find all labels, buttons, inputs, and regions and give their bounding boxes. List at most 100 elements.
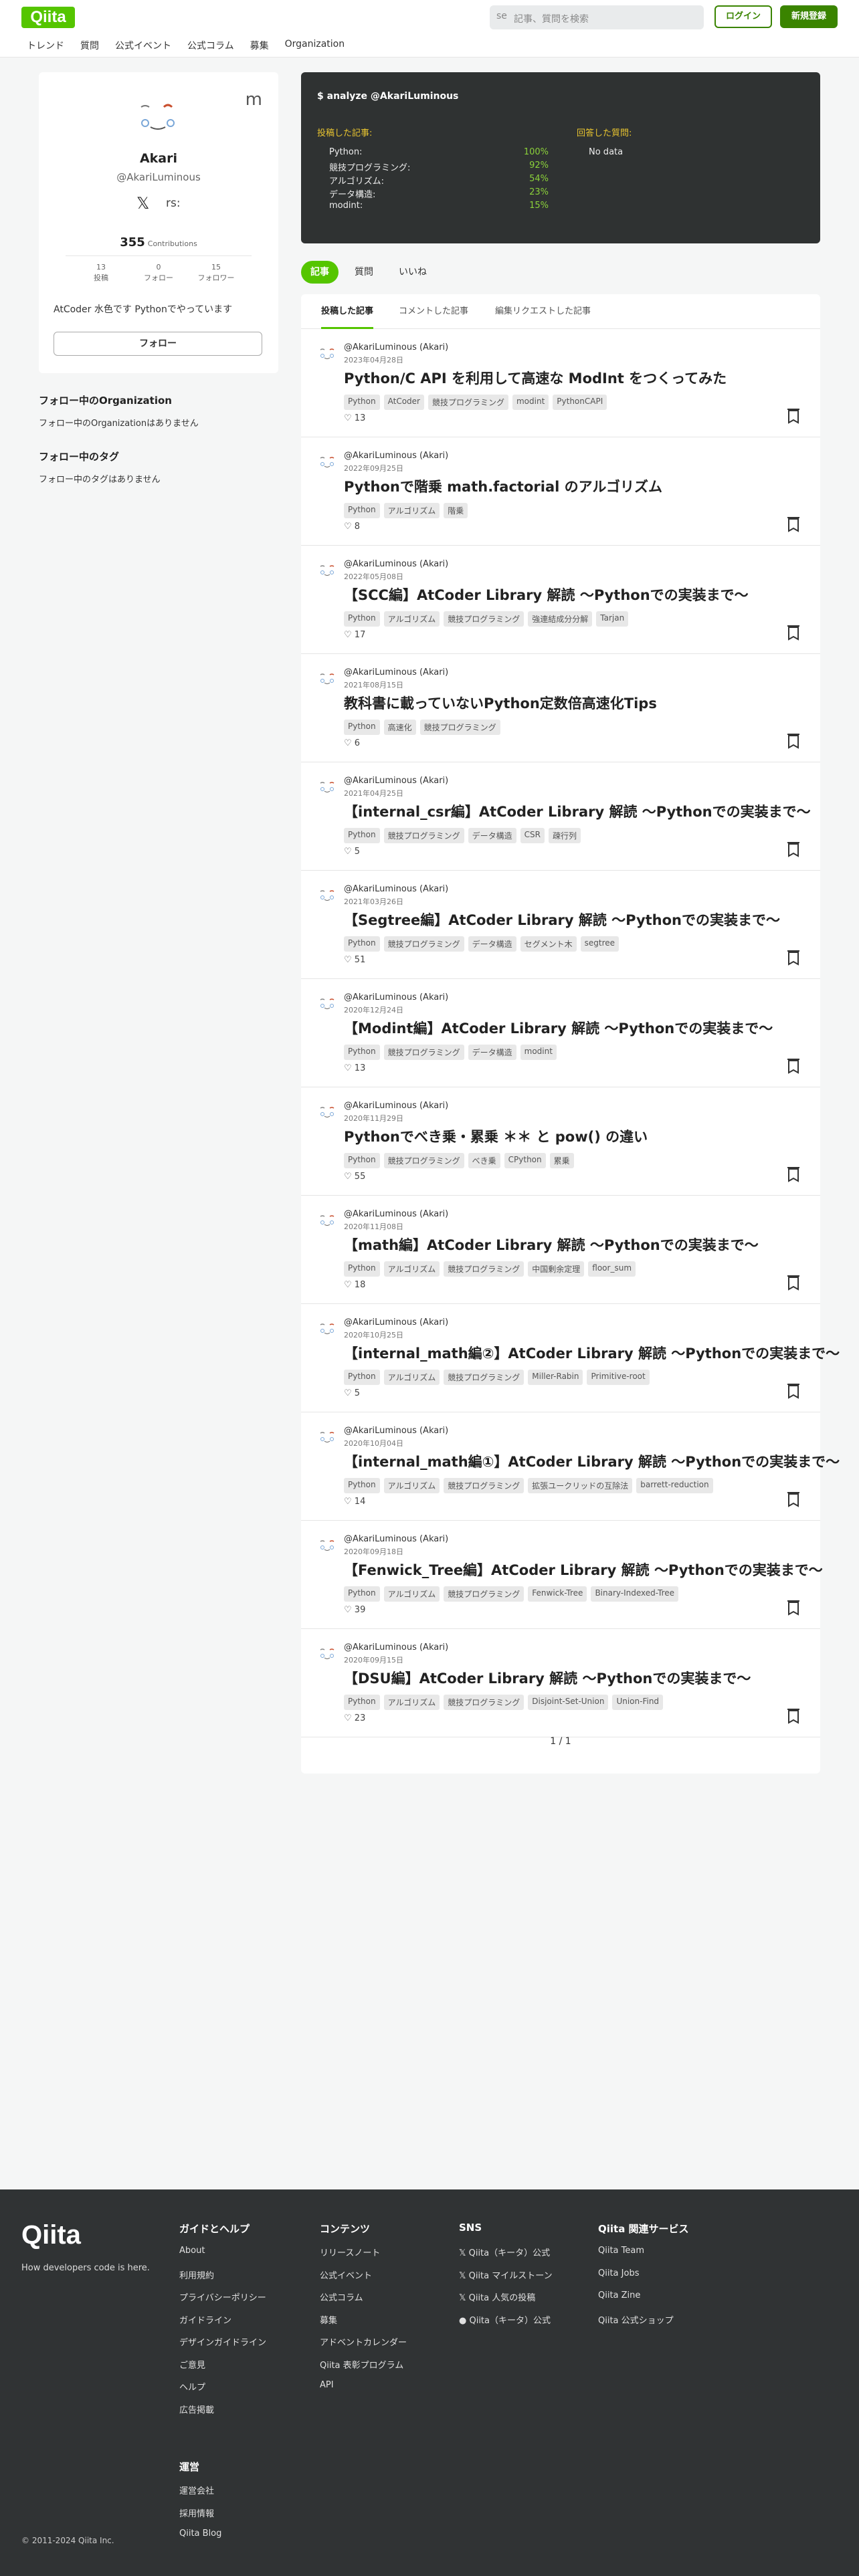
search-box[interactable]: se 記事、質問を検索 [490,5,704,29]
author-avatar[interactable] [317,1427,337,1447]
article-title[interactable]: 【SCC編】AtCoder Library 解読 〜Pythonでの実装まで〜 [344,584,749,605]
article-author[interactable]: @AkariLuminous (Akari) [344,342,448,352]
article-author[interactable]: @AkariLuminous (Akari) [344,1209,448,1219]
author-avatar[interactable] [317,1535,337,1555]
login-button[interactable]: ログイン [714,5,772,28]
article-tag[interactable]: 競技プログラミング [444,1478,524,1493]
article-tag[interactable]: Binary-Indexed-Tree [591,1586,679,1602]
stock-icon[interactable] [787,1383,800,1399]
nav-official-columns[interactable]: 公式コラム [182,35,240,55]
article-tag[interactable]: 拡張ユークリッドの互除法 [528,1478,633,1493]
article-tag[interactable]: データ構造 [468,828,516,843]
stock-icon[interactable] [787,841,800,857]
article-tag[interactable]: Python [344,1261,380,1277]
footer-logo[interactable]: Qiita [21,2220,81,2250]
follow-button[interactable]: フォロー [54,332,262,356]
article-tag[interactable]: Python [344,936,380,952]
article-tag[interactable]: Python [344,720,380,735]
footer-link[interactable]: アドベントカレンダー [320,2335,407,2348]
nav-trend[interactable]: トレンド [21,35,70,55]
footer-link[interactable]: 採用情報 [179,2506,214,2519]
stock-icon[interactable] [787,516,800,532]
footer-link[interactable]: ガイドライン [179,2313,231,2326]
stock-icon[interactable] [787,1600,800,1616]
article-tag[interactable]: Union-Find [612,1695,664,1710]
nav-organization[interactable]: Organization [280,35,351,55]
article-tag[interactable]: segtree [580,936,619,952]
article-title[interactable]: 【internal_math編②】AtCoder Library 解読 〜Pyt… [344,1343,840,1363]
article-title[interactable]: 【internal_math編①】AtCoder Library 解読 〜Pyt… [344,1451,840,1471]
article-tag[interactable]: floor_sum [588,1261,636,1277]
footer-link[interactable]: 公式イベント [320,2268,372,2281]
stock-icon[interactable] [787,950,800,966]
rss-icon[interactable]: rs: [166,197,181,210]
article-author[interactable]: @AkariLuminous (Akari) [344,1534,448,1544]
article-tag[interactable]: アルゴリズム [383,1586,440,1602]
footer-link[interactable]: Qiita 表彰プログラム [320,2358,403,2371]
footer-link[interactable]: About [179,2246,205,2256]
article-author[interactable]: @AkariLuminous (Akari) [344,884,448,894]
stat-followers[interactable]: 15 フォロワー [193,262,240,284]
article-tag[interactable]: 競技プログラミング [383,828,464,843]
article-author[interactable]: @AkariLuminous (Akari) [344,451,448,461]
footer-link[interactable]: プライバシーポリシー [179,2290,266,2303]
nav-questions[interactable]: 質問 [75,35,104,55]
footer-link[interactable]: ご意見 [179,2358,205,2371]
article-tag[interactable]: Fenwick-Tree [528,1586,587,1602]
stock-icon[interactable] [787,625,800,641]
article-tag[interactable]: AtCoder [383,395,424,410]
avatar[interactable] [132,92,185,146]
stock-icon[interactable] [787,1491,800,1507]
tab-likes[interactable]: いいね [389,261,436,284]
x-icon[interactable]: 𝕏 [136,194,149,213]
article-tag[interactable]: アルゴリズム [383,611,440,627]
article-tag[interactable]: アルゴリズム [383,1478,440,1493]
article-tag[interactable]: アルゴリズム [383,1695,440,1710]
article-tag[interactable]: Python [344,1478,380,1493]
article-tag[interactable]: 強連結成分分解 [528,611,593,627]
footer-link[interactable]: ヘルプ [179,2380,205,2393]
article-title[interactable]: 教科書に載っていないPython定数倍高速化Tips [344,693,657,713]
subtab-posted[interactable]: 投稿した記事 [321,294,374,329]
stock-icon[interactable] [787,1166,800,1182]
article-tag[interactable]: 階乗 [444,503,468,518]
article-tag[interactable]: アルゴリズム [383,503,440,518]
article-tag[interactable]: Tarjan [596,611,629,627]
stock-icon[interactable] [787,1058,800,1074]
article-tag[interactable]: CSR [520,828,545,843]
article-title[interactable]: Pythonで階乗 math.factorial のアルゴリズム [344,476,662,496]
footer-link[interactable]: 公式コラム [320,2290,363,2303]
author-avatar[interactable] [317,777,337,797]
article-author[interactable]: @AkariLuminous (Akari) [344,1317,448,1327]
footer-link[interactable]: 利用規約 [179,2268,214,2281]
article-tag[interactable]: 競技プログラミング [444,1695,524,1710]
article-tag[interactable]: Python [344,611,380,627]
article-tag[interactable]: データ構造 [468,936,516,952]
article-tag[interactable]: Python [344,395,380,410]
article-tag[interactable]: 競技プログラミング [383,1153,464,1168]
author-avatar[interactable] [317,1102,337,1122]
footer-link[interactable]: 運営会社 [179,2484,214,2496]
article-tag[interactable]: データ構造 [468,1045,516,1060]
nav-official-events[interactable]: 公式イベント [110,35,177,55]
footer-link[interactable]: Qiita 公式ショップ [598,2313,674,2326]
article-title[interactable]: 【Fenwick_Tree編】AtCoder Library 解読 〜Pytho… [344,1560,823,1580]
stock-icon[interactable] [787,733,800,749]
article-tag[interactable]: べき乗 [468,1153,500,1168]
article-tag[interactable]: 疎行列 [548,828,581,843]
article-author[interactable]: @AkariLuminous (Akari) [344,1101,448,1111]
stock-icon[interactable] [787,1275,800,1291]
footer-link[interactable]: 𝕏 Qiita 人気の投稿 [459,2290,535,2303]
article-tag[interactable]: 競技プログラミング [427,395,508,410]
stat-following[interactable]: 0 フォロー [135,262,182,284]
article-tag[interactable]: Python [344,503,380,518]
article-tag[interactable]: Python [344,828,380,843]
author-avatar[interactable] [317,560,337,580]
qiita-logo[interactable]: Qiita [21,7,75,28]
article-author[interactable]: @AkariLuminous (Akari) [344,1426,448,1436]
article-tag[interactable]: 中国剰余定理 [528,1261,585,1277]
article-tag[interactable]: Python [344,1695,380,1710]
article-tag[interactable]: アルゴリズム [383,1261,440,1277]
tab-questions[interactable]: 質問 [345,261,383,284]
nav-recruit[interactable]: 募集 [245,35,274,55]
